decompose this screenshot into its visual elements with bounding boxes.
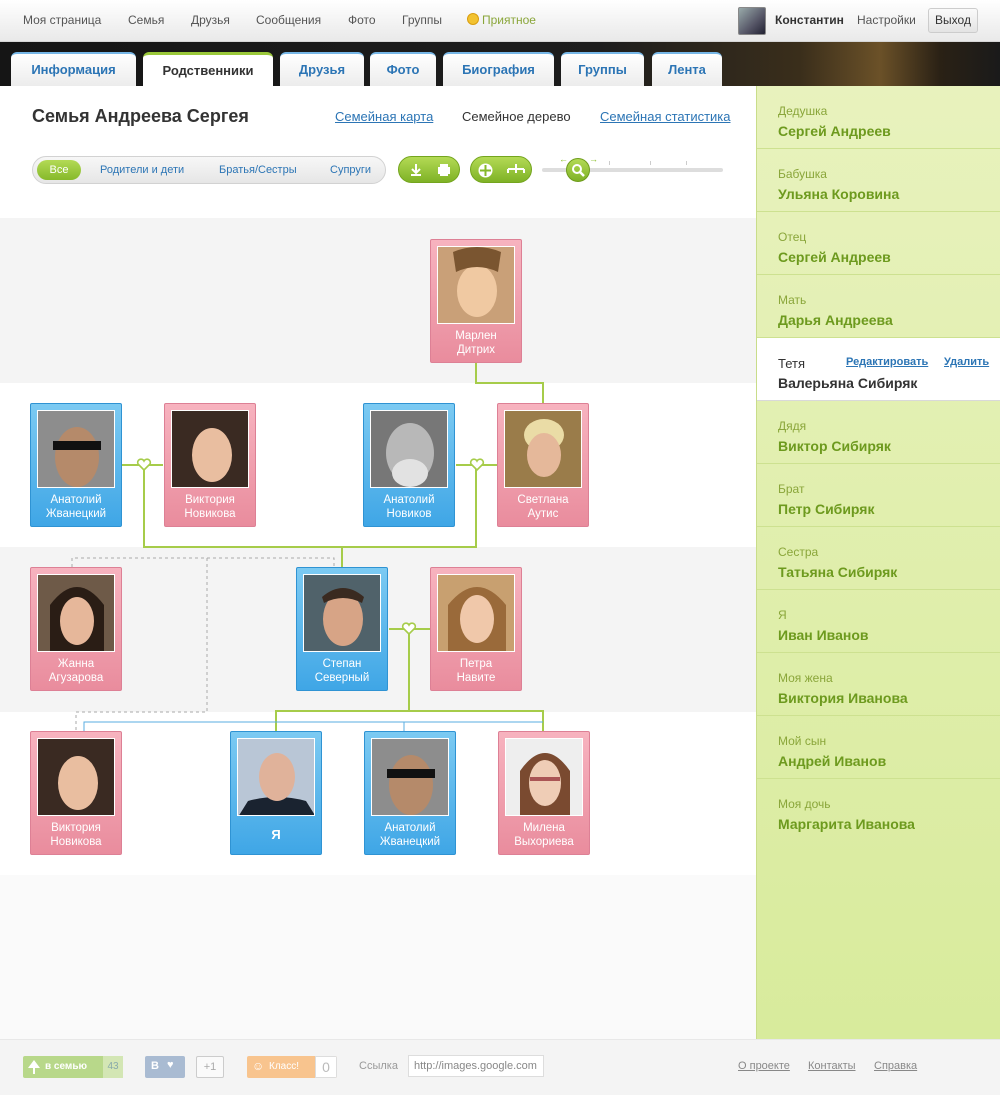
main-content: Семья Андреева Сергея Семейная карта Сем… <box>0 86 756 1039</box>
person-card-anatoliy-zhvanetsky[interactable]: Анатолий Жванецкий <box>30 403 122 527</box>
relative-item[interactable]: Отец Сергей Андреев <box>757 212 1000 275</box>
person-photo <box>505 738 583 816</box>
person-photo <box>37 574 115 652</box>
person-card-viktoriya-novikova-2[interactable]: Виктория Новикова <box>30 731 122 855</box>
person-card-viktoriya-novikova[interactable]: Виктория Новикова <box>164 403 256 527</box>
tab-feed[interactable]: Лента <box>652 52 722 86</box>
smiley-icon <box>467 13 479 25</box>
person-card-svetlana-autis[interactable]: Светлана Аутис <box>497 403 589 527</box>
contacts-link[interactable]: Контакты <box>808 1060 856 1072</box>
tab-biography[interactable]: Биография <box>443 52 554 86</box>
tab-groups[interactable]: Группы <box>561 52 644 86</box>
settings-link[interactable]: Настройки <box>857 13 916 27</box>
relative-item[interactable]: Сестра Татьяна Сибиряк <box>757 527 1000 590</box>
heart-icon: ♥ <box>167 1059 174 1071</box>
profile-tab-bar: Информация Родственники Друзья Фото Биог… <box>0 42 1000 86</box>
tab-relatives[interactable]: Родственники <box>143 52 273 86</box>
user-avatar[interactable] <box>738 7 766 35</box>
person-card-petra-navite[interactable]: Петра Навите <box>430 567 522 691</box>
tab-info[interactable]: Информация <box>11 52 136 86</box>
relative-item[interactable]: Мать Дарья Андреева <box>757 275 1000 338</box>
person-photo <box>37 738 115 816</box>
nav-friends[interactable]: Друзья <box>191 13 230 27</box>
tab-photo[interactable]: Фото <box>370 52 436 86</box>
relative-item[interactable]: Моя жена Виктория Иванова <box>757 653 1000 716</box>
tab-friends[interactable]: Друзья <box>280 52 364 86</box>
person-card-stepan-severny[interactable]: Степан Северный <box>296 567 388 691</box>
nav-family[interactable]: Семья <box>128 13 164 27</box>
relative-item[interactable]: Моя дочь Маргарита Иванова <box>757 779 1000 842</box>
person-photo <box>437 246 515 324</box>
ok-share-button[interactable]: ☺ Класс! 0 <box>247 1056 337 1078</box>
person-card-milena-vykhorieva[interactable]: Милена Выхориева <box>498 731 590 855</box>
relative-item[interactable]: Дядя Виктор Сибиряк <box>757 401 1000 464</box>
person-photo <box>171 410 249 488</box>
person-card-marlen[interactable]: Марлен Дитрих <box>430 239 522 363</box>
heart-icon <box>136 458 152 472</box>
nav-photo[interactable]: Фото <box>348 13 376 27</box>
relatives-sidebar: Дедушка Сергей Андреев Бабушка Ульяна Коро… <box>756 86 1000 1039</box>
person-card-anatoliy-novikov[interactable]: Анатолий Новиков <box>363 403 455 527</box>
relative-item[interactable]: Я Иван Иванов <box>757 590 1000 653</box>
plusone-button[interactable]: +1 <box>196 1056 224 1078</box>
person-photo <box>370 410 448 488</box>
about-link[interactable]: О проекте <box>738 1060 790 1072</box>
person-card-anatoliy-zhvanetsky-2[interactable]: Анатолий Жванецкий <box>364 731 456 855</box>
vk-share-button[interactable]: В ♥ <box>145 1056 185 1078</box>
help-link[interactable]: Справка <box>874 1060 917 1072</box>
relative-item[interactable]: Бабушка Ульяна Коровина <box>757 149 1000 212</box>
nav-messages[interactable]: Сообщения <box>256 13 321 27</box>
share-family-button[interactable]: в семью 43 <box>23 1056 123 1078</box>
heart-icon <box>469 458 485 472</box>
person-photo <box>303 574 381 652</box>
footer: в семью 43 В ♥ +1 ☺ Класс! 0 Ссылка О пр… <box>0 1039 1000 1095</box>
link-input[interactable] <box>408 1055 544 1077</box>
top-navigation-bar: Моя страница Семья Друзья Сообщения Фото… <box>0 0 1000 42</box>
person-photo <box>437 574 515 652</box>
person-photo <box>37 410 115 488</box>
nav-my-page[interactable]: Моя страница <box>23 13 101 27</box>
edit-link[interactable]: Редактировать <box>846 356 928 368</box>
share-family-count: 43 <box>103 1056 123 1078</box>
mood-label: Приятное <box>482 13 536 27</box>
relative-item[interactable]: Дедушка Сергей Андреев <box>757 86 1000 149</box>
user-name[interactable]: Константин <box>775 13 844 27</box>
relative-item[interactable]: Брат Петр Сибиряк <box>757 464 1000 527</box>
delete-link[interactable]: Удалить <box>944 356 989 368</box>
person-photo <box>237 738 315 816</box>
person-photo <box>371 738 449 816</box>
heart-icon <box>401 622 417 636</box>
relative-item[interactable]: Мой сын Андрей Иванов <box>757 716 1000 779</box>
logout-button[interactable]: Выход <box>928 8 978 33</box>
family-tree-icon <box>28 1060 40 1074</box>
person-card-me[interactable]: Я <box>230 731 322 855</box>
link-label: Ссылка <box>359 1060 398 1072</box>
mood-status[interactable]: Приятное <box>467 13 536 27</box>
ok-icon: ☺ <box>252 1059 265 1073</box>
person-photo <box>504 410 582 488</box>
nav-groups[interactable]: Группы <box>402 13 442 27</box>
person-card-zhanna-aguzarova[interactable]: Жанна Агузарова <box>30 567 122 691</box>
relative-item-selected[interactable]: Тетя Редактировать Удалить Валерьяна Сиб… <box>757 338 1000 401</box>
